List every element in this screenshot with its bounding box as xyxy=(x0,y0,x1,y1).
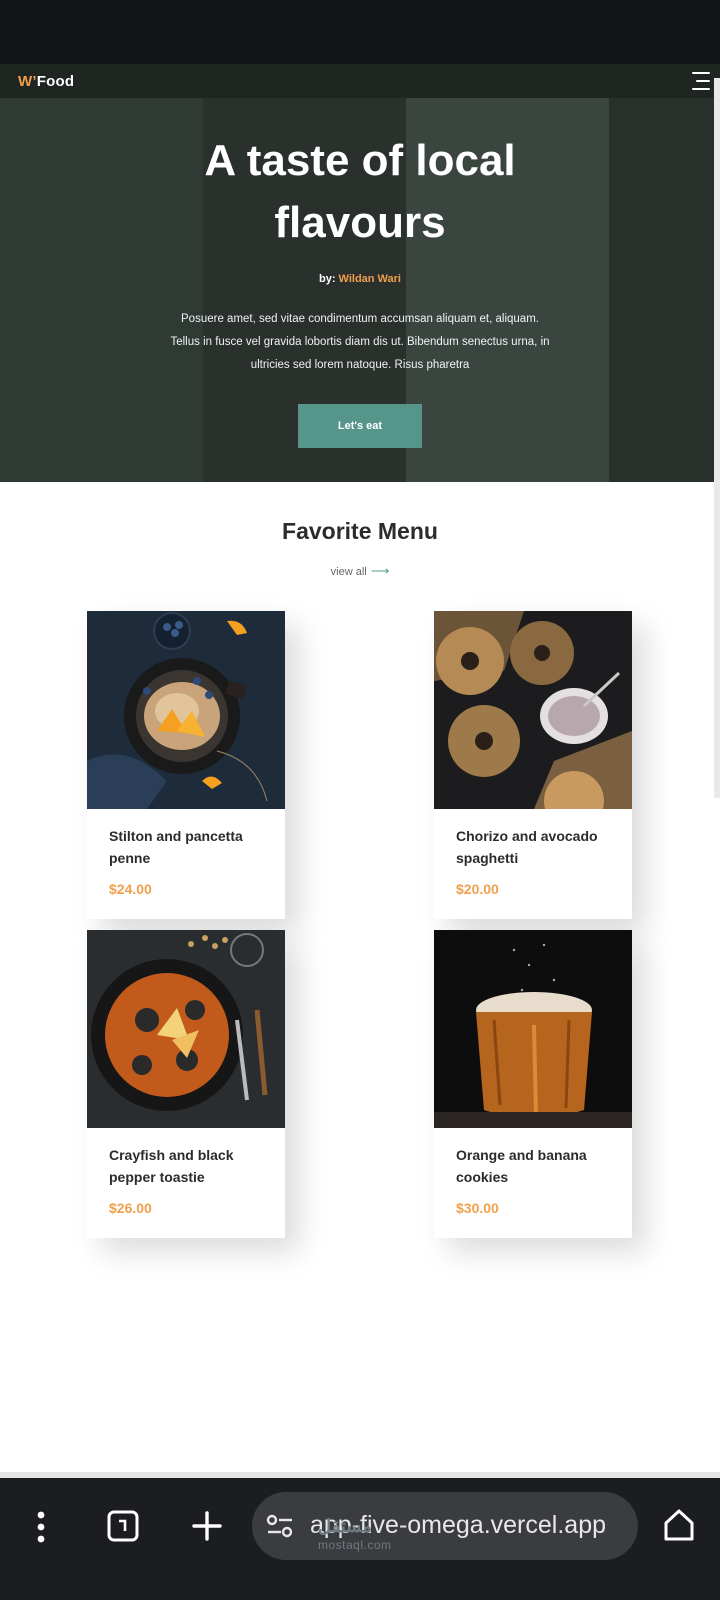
view-all-link[interactable]: view all ⟶ xyxy=(330,563,390,578)
menu-item-price: $30.00 xyxy=(456,1200,499,1216)
hero-title-line1: A taste of local xyxy=(204,136,516,185)
arrow-right-icon: ⟶ xyxy=(370,563,390,578)
lets-eat-button[interactable]: Let's eat xyxy=(298,404,422,448)
menu-card[interactable]: Crayfish and black pepper toastie $26.00 xyxy=(87,930,285,1238)
menu-card[interactable]: Orange and banana cookies $30.00 xyxy=(434,930,632,1238)
section-title: Favorite Menu xyxy=(282,518,438,544)
menu-item-name: Stilton and pancetta penne xyxy=(109,828,243,866)
paella-pan-photo xyxy=(87,930,285,1128)
hero-byline: by: Wildan Wari xyxy=(0,273,720,285)
address-bar[interactable]: app-five-omega.vercel.app xyxy=(252,1492,638,1560)
author-name: Wildan Wari xyxy=(338,273,401,285)
menu-item-price: $24.00 xyxy=(109,881,152,897)
menu-item-name: Crayfish and black pepper toastie xyxy=(109,1147,234,1185)
menu-card[interactable]: Chorizo and avocado spaghetti $20.00 xyxy=(434,611,632,919)
menu-card[interactable]: Stilton and pancetta penne $24.00 xyxy=(87,611,285,919)
menu-item-price: $26.00 xyxy=(109,1200,152,1216)
menu-item-price: $20.00 xyxy=(456,881,499,897)
home-icon[interactable] xyxy=(663,1508,695,1547)
menu-item-name: Chorizo and avocado spaghetti xyxy=(456,828,598,866)
top-navbar: W’Food xyxy=(0,64,720,98)
bagels-photo xyxy=(434,611,632,809)
menu-item-name: Orange and banana cookies xyxy=(456,1147,587,1185)
status-bar xyxy=(0,0,720,64)
logo-prefix: W’ xyxy=(18,72,37,90)
hero-content: A taste of local flavours by: Wildan War… xyxy=(0,98,720,482)
pancake-bowl-photo xyxy=(87,611,285,809)
hero-description: Posuere amet, sed vitae condimentum accu… xyxy=(170,313,550,371)
browser-bottom-bar: app-five-omega.vercel.app مستقل mostaql.… xyxy=(0,1478,720,1600)
brand-logo[interactable]: W’Food xyxy=(18,73,74,90)
view-all-label: view all xyxy=(330,566,367,578)
new-tab-icon[interactable] xyxy=(192,1511,222,1546)
hero-section: A taste of local flavours by: Wildan War… xyxy=(0,98,720,482)
hero-title-line2: flavours xyxy=(274,198,446,247)
hero-title: A taste of local flavours xyxy=(0,130,720,254)
more-vert-icon[interactable] xyxy=(34,1510,48,1549)
site-settings-icon[interactable] xyxy=(266,1514,294,1543)
tabs-icon[interactable] xyxy=(107,1510,139,1547)
logo-text: Food xyxy=(36,72,75,90)
bread-loaf-photo xyxy=(434,930,632,1128)
by-label: by: xyxy=(318,273,336,285)
watermark-text: mostaql.com xyxy=(318,1538,392,1552)
watermark-arabic: مستقل xyxy=(318,1516,372,1536)
page-scrollbar[interactable] xyxy=(714,78,720,798)
view-all-link-wrap: view all ⟶ xyxy=(0,563,720,579)
hamburger-menu-icon[interactable] xyxy=(688,72,710,90)
